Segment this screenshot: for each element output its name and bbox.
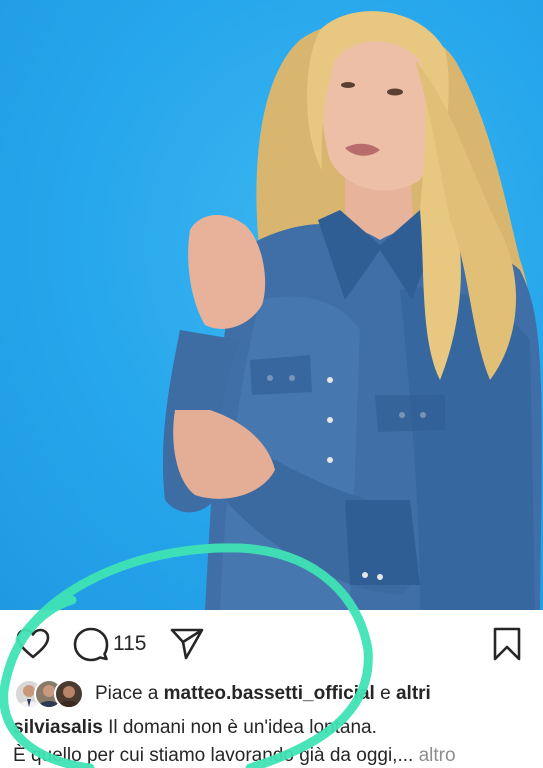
comment-count[interactable]: 115	[113, 632, 146, 656]
likes-row[interactable]: Piace a matteo.bassetti_official e altri	[0, 676, 543, 712]
likes-prefix: Piace a	[95, 683, 159, 704]
instagram-post: 115 Piace a matteo.bassetti_official e a…	[0, 0, 543, 768]
likes-others-link[interactable]: altri	[396, 683, 431, 704]
save-button[interactable]	[490, 625, 524, 663]
post-photo[interactable]	[0, 0, 543, 610]
post-caption: silviasalis Il domani non è un'idea lont…	[13, 714, 538, 768]
caption-more-link[interactable]: altro	[419, 745, 456, 766]
comment-icon	[73, 627, 109, 662]
post-action-bar: 115	[0, 610, 543, 676]
bookmark-icon	[493, 627, 521, 661]
avatar	[54, 679, 84, 709]
liker-avatars	[14, 679, 86, 709]
woman-portrait-illustration	[162, 11, 542, 610]
share-button[interactable]	[168, 626, 206, 662]
caption-author[interactable]: silviasalis	[13, 717, 103, 738]
liker-username[interactable]: matteo.bassetti_official	[164, 683, 375, 704]
likes-connector: e	[380, 683, 391, 704]
likes-summary[interactable]: Piace a matteo.bassetti_official e altri	[95, 683, 431, 705]
like-button[interactable]	[14, 626, 52, 662]
caption-line-1: Il domani non è un'idea lontana.	[108, 717, 377, 738]
send-icon	[170, 628, 204, 660]
comment-button[interactable]	[72, 625, 110, 663]
heart-icon	[16, 628, 50, 659]
caption-line-2: È quello per cui stiamo lavorando già da…	[13, 745, 414, 766]
